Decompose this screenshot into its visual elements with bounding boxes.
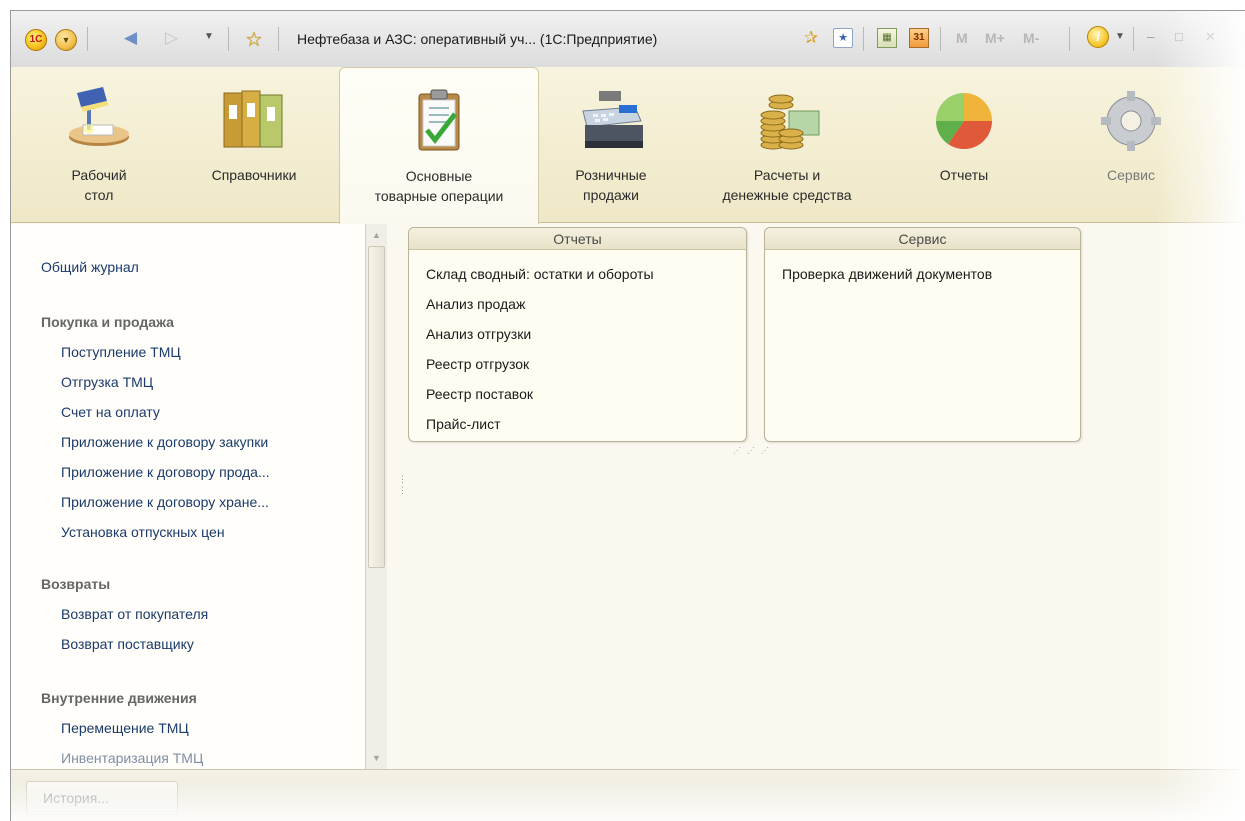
section-label-line1: Расчеты и [753,167,821,183]
reports-panel: Отчеты Склад сводный: остатки и обороты … [408,227,747,442]
section-catalogs[interactable]: Справочники [194,67,314,223]
service-panel: Сервис Проверка движений документов [764,227,1081,442]
calendar-icon[interactable]: 31 [909,28,929,48]
nav-item-inventory[interactable]: Инвентаризация ТМЦ [61,750,203,766]
section-label-line1: Сервис [1107,167,1155,183]
section-reports[interactable]: Отчеты [904,67,1024,223]
toolbar-separator [87,27,88,51]
nav-scrollbar[interactable]: ▲ ▼ [365,224,387,769]
info-icon[interactable]: i [1087,26,1109,48]
memory-mplus-button[interactable]: M+ [985,30,1005,46]
title-bar: 1С ▼ ◀ ▷ ▼ ☆ Нефтебаза и АЗС: оперативны… [11,11,1245,67]
nav-item-sale-addendum[interactable]: Приложение к договору прода... [61,464,270,480]
section-label-line1: Рабочий [71,167,127,183]
nav-item-purchase-addendum[interactable]: Приложение к договору закупки [61,434,268,450]
memory-m-button[interactable]: M [956,30,968,46]
cash-register-icon [575,85,647,155]
section-money[interactable]: Расчеты и денежные средства [697,67,877,223]
section-label-line2: денежные средства [722,187,852,203]
section-label-line1: Отчеты [939,167,989,183]
section-service[interactable]: Сервис [1071,67,1191,223]
toolbar-separator [940,27,941,51]
section-label-line2: стол [84,187,114,203]
nav-item-set-prices[interactable]: Установка отпускных цен [61,524,225,540]
toolbar-separator [228,27,229,51]
nav-group-purchase-sale: Покупка и продажа [41,314,174,330]
back-arrow-icon[interactable]: ◀ [124,28,137,48]
history-dropdown-icon[interactable]: ▼ [204,31,214,42]
add-favorite-icon[interactable]: ★ [833,28,853,48]
report-link-sales-analysis[interactable]: Анализ продаж [426,296,525,312]
gear-icon [1095,85,1167,155]
nav-group-internal: Внутренние движения [41,690,197,706]
nav-item-storage-addendum[interactable]: Приложение к договору хране... [61,494,269,510]
minimize-icon[interactable]: – [1147,29,1154,44]
nav-item-transfer[interactable]: Перемещение ТМЦ [61,720,189,736]
nav-general-journal[interactable]: Общий журнал [41,259,139,275]
pie-chart-icon [928,85,1000,155]
navigation-panel: Общий журнал Покупка и продажа Поступлен… [11,224,387,769]
section-retail[interactable]: Розничные продажи [551,67,671,223]
sections-panel: Рабочий стол Справочники Основные товарн… [11,67,1245,224]
section-label-line2: продажи [583,187,639,203]
report-link-supply-register[interactable]: Реестр поставок [426,386,533,402]
toolbar-separator [863,27,864,51]
splitter-grip-icon[interactable]: ⋮ ⋮ [398,474,407,496]
toolbar-separator [278,27,279,51]
scroll-thumb[interactable] [368,246,385,568]
info-dropdown-icon[interactable]: ▼ [1115,31,1125,42]
section-label-line1: Справочники [211,167,297,183]
desk-lamp-icon [63,85,135,155]
nav-item-shipment[interactable]: Отгрузка ТМЦ [61,374,153,390]
app-window: 1С ▼ ◀ ▷ ▼ ☆ Нефтебаза и АЗС: оперативны… [10,10,1245,821]
maximize-icon[interactable]: □ [1175,29,1183,44]
service-link-check-movements[interactable]: Проверка движений документов [782,266,992,282]
nav-item-receipt[interactable]: Поступление ТМЦ [61,344,181,360]
history-button[interactable]: История... [26,781,178,815]
report-link-shipment-register[interactable]: Реестр отгрузок [426,356,529,372]
app-logo-icon[interactable]: 1С [25,29,47,51]
clipboard-checklist-icon [403,86,475,156]
window-title: Нефтебаза и АЗС: оперативный уч... (1С:П… [297,31,658,47]
scroll-up-icon[interactable]: ▲ [366,226,387,244]
nav-item-invoice[interactable]: Счет на оплату [61,404,160,420]
coins-banknotes-icon [751,85,823,155]
nav-item-supplier-return[interactable]: Возврат поставщику [61,636,194,652]
report-link-price-list[interactable]: Прайс-лист [426,416,501,432]
report-link-stock-summary[interactable]: Склад сводный: остатки и обороты [426,266,654,282]
binders-icon [218,85,290,155]
nav-item-customer-return[interactable]: Возврат от покупателя [61,606,208,622]
bottom-bar: История... [11,769,1245,821]
toolbar-separator [1133,27,1134,51]
service-panel-title: Сервис [765,228,1080,250]
section-desktop[interactable]: Рабочий стол [39,67,159,223]
panel-resize-grip-icon[interactable]: ⋰⋰⋰ [733,446,775,455]
close-icon[interactable]: ✕ [1205,29,1216,45]
section-label-line1: Розничные [575,167,647,183]
memory-mminus-button[interactable]: M- [1023,30,1039,46]
main-menu-button[interactable]: ▼ [55,29,77,51]
calculator-icon[interactable]: ▦ [877,28,897,48]
section-operations[interactable]: Основные товарные операции [339,67,539,224]
report-link-shipment-analysis[interactable]: Анализ отгрузки [426,326,531,342]
section-label-line1: Основные [405,168,473,184]
scroll-down-icon[interactable]: ▼ [366,749,387,767]
favorite-star-icon[interactable]: ☆ [245,27,263,52]
favorites-list-icon[interactable]: ✰ [801,28,821,48]
toolbar-separator [1069,27,1070,51]
nav-group-returns: Возвраты [41,576,111,592]
forward-arrow-icon[interactable]: ▷ [165,28,178,48]
section-label-line2: товарные операции [374,188,504,204]
reports-panel-title: Отчеты [409,228,746,250]
